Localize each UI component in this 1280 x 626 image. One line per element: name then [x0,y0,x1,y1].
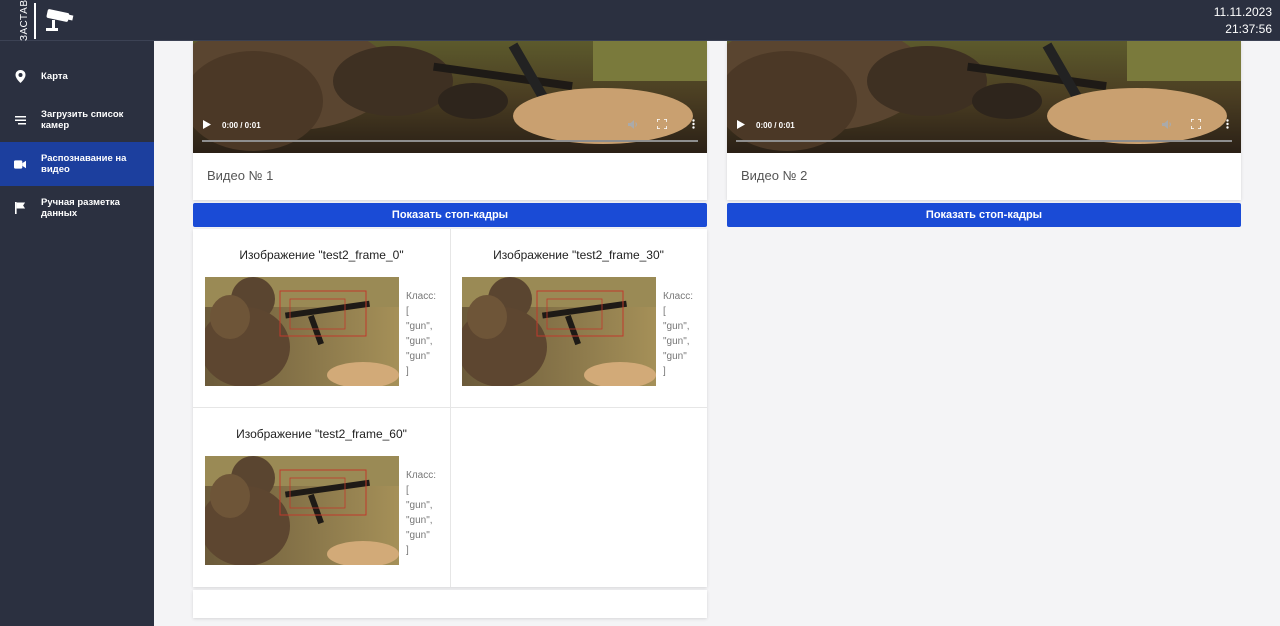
play-icon[interactable] [203,120,211,131]
class-label: Класс: [663,291,693,302]
frame-item: Изображение "test2_frame_60" Класс: [ "g… [193,408,450,587]
class-line: [ [663,306,666,317]
class-line: "gun" [406,351,430,362]
frame-classes: Класс: [ "gun", "gun", "gun" ] [663,289,693,379]
sidebar: Карта Загрузить список камер Распознаван… [0,41,154,626]
security-camera-icon [46,8,74,31]
class-label: Класс: [406,291,436,302]
frame-item: Изображение "test2_frame_30" Класс: [ "g… [450,229,707,408]
class-line: [ [406,485,409,496]
class-line: "gun" [663,351,687,362]
sidebar-item-label: Распознавание на видео [41,153,127,175]
class-line: "gun" [406,530,430,541]
stop-frames-panel: Изображение "test2_frame_0" Класс: [ "gu… [193,229,707,587]
logo-divider [34,2,36,39]
video-title: Видео № 2 [741,168,808,183]
video-card: 0:00 / 0:01 Видео № 1 [193,41,707,200]
card-footer [193,590,707,618]
volume-icon[interactable] [628,119,639,132]
class-label: Класс: [406,470,436,481]
frame-classes: Класс: [ "gun", "gun", "gun" ] [406,289,436,379]
video-card: 0:00 / 0:01 Видео № 2 [727,41,1241,200]
frame-title: Изображение "test2_frame_0" [239,248,404,262]
fullscreen-icon[interactable] [1190,118,1202,131]
video-title: Видео № 1 [207,168,274,183]
class-line: [ [406,306,409,317]
frame-title: Изображение "test2_frame_60" [236,427,407,441]
fullscreen-icon[interactable] [656,118,668,131]
flag-icon [14,202,26,214]
show-frames-button[interactable]: Показать стоп-кадры [727,203,1241,227]
datetime-display: 11.11.2023 21:37:56 [1214,4,1272,38]
more-options-icon[interactable] [1226,119,1229,131]
volume-icon[interactable] [1162,119,1173,132]
top-bar: ЗАСТАВА 11.11.2023 21:37:56 [0,0,1280,41]
class-line: "gun", [406,321,433,332]
video-time: 0:00 / 0:01 [222,121,261,130]
play-icon[interactable] [737,120,745,131]
class-line: "gun", [406,500,433,511]
class-line: "gun", [663,321,690,332]
sidebar-item-label: Карта [41,70,68,82]
frame-title: Изображение "test2_frame_30" [493,248,664,262]
current-time: 21:37:56 [1225,22,1272,36]
video-progress-track[interactable] [202,140,698,142]
video-icon [14,158,26,170]
sidebar-item-video-recognition[interactable]: Распознавание на видео [0,142,154,186]
video-player[interactable]: 0:00 / 0:01 [727,41,1241,153]
class-line: ] [406,545,409,556]
class-line: "gun", [406,336,433,347]
show-frames-button[interactable]: Показать стоп-кадры [193,203,707,227]
frame-image[interactable] [205,277,399,386]
video-controls: 0:00 / 0:01 [727,113,1241,153]
video-time: 0:00 / 0:01 [756,121,795,130]
sidebar-item-manual-labeling[interactable]: Ручная разметка данных [0,186,154,230]
current-date: 11.11.2023 [1213,5,1272,19]
map-pin-icon [14,69,26,83]
frame-image[interactable] [462,277,656,386]
frame-image[interactable] [205,456,399,565]
class-line: "gun", [663,336,690,347]
class-line: ] [406,366,409,377]
video-progress-track[interactable] [736,140,1232,142]
list-icon [14,114,26,126]
sidebar-item-upload-cameras[interactable]: Загрузить список камер [0,98,154,142]
video-controls: 0:00 / 0:01 [193,113,707,153]
sidebar-item-label: Загрузить список камер [41,109,124,131]
video-player[interactable]: 0:00 / 0:01 [193,41,707,153]
more-options-icon[interactable] [692,119,695,131]
logo-text: ЗАСТАВА [19,0,30,41]
frame-item: Изображение "test2_frame_0" Класс: [ "gu… [193,229,450,408]
sidebar-item-map[interactable]: Карта [0,63,154,89]
sidebar-item-label: Ручная разметка данных [41,197,120,219]
app-logo[interactable]: ЗАСТАВА [19,0,76,41]
frame-classes: Класс: [ "gun", "gun", "gun" ] [406,468,436,558]
class-line: "gun", [406,515,433,526]
class-line: ] [663,366,666,377]
